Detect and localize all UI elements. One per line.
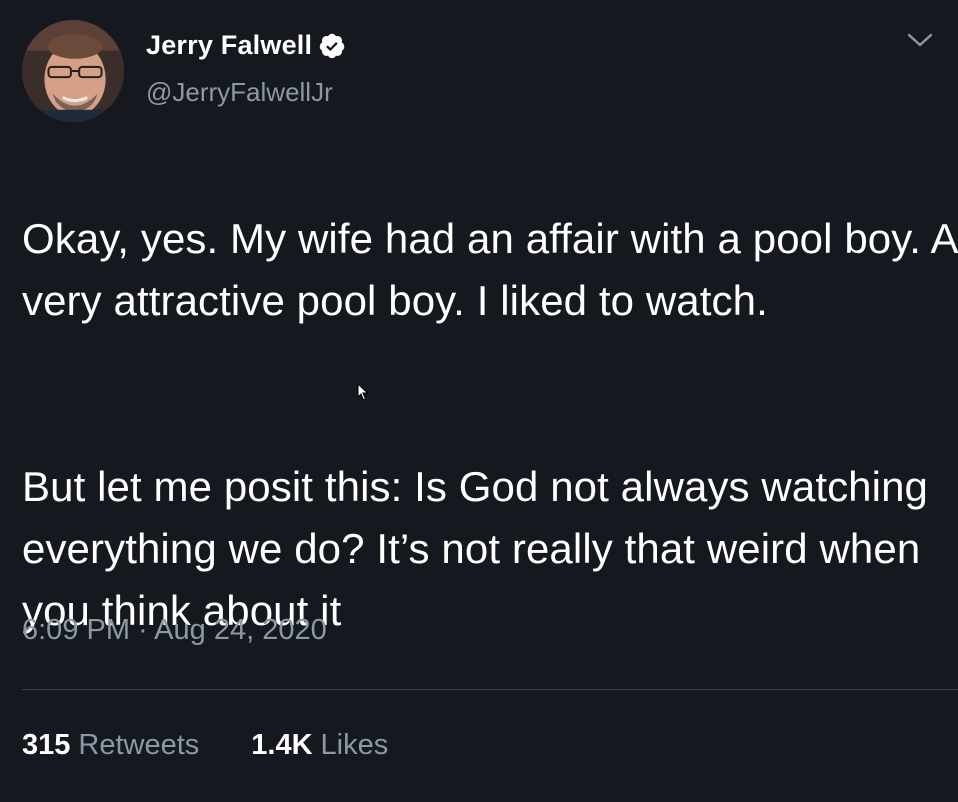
avatar-image [22,20,124,122]
likes-count: 1.4K [251,729,313,761]
mouse-cursor-icon [357,383,369,401]
retweets-stat[interactable]: 315 Retweets [22,729,199,762]
tweet-card: Jerry Falwell @JerryFalwellJr Okay, yes.… [0,0,958,802]
verified-badge-icon [318,32,346,60]
chevron-down-icon[interactable] [906,30,934,50]
retweets-count: 315 [22,729,71,761]
author-display-name[interactable]: Jerry Falwell [146,30,312,61]
author-name-row[interactable]: Jerry Falwell [146,30,346,61]
avatar[interactable] [22,20,124,122]
likes-label: Likes [320,729,389,761]
author-handle[interactable]: @JerryFalwellJr [146,77,333,108]
tweet-timestamp[interactable]: 6:09 PM · Aug 24, 2020 [22,614,327,647]
divider [22,689,958,690]
likes-stat[interactable]: 1.4K Likes [251,729,388,762]
retweets-label: Retweets [78,729,200,761]
engagement-stats: 315 Retweets 1.4K Likes [22,729,440,762]
tweet-paragraph-1: Okay, yes. My wife had an affair with a … [22,215,957,324]
